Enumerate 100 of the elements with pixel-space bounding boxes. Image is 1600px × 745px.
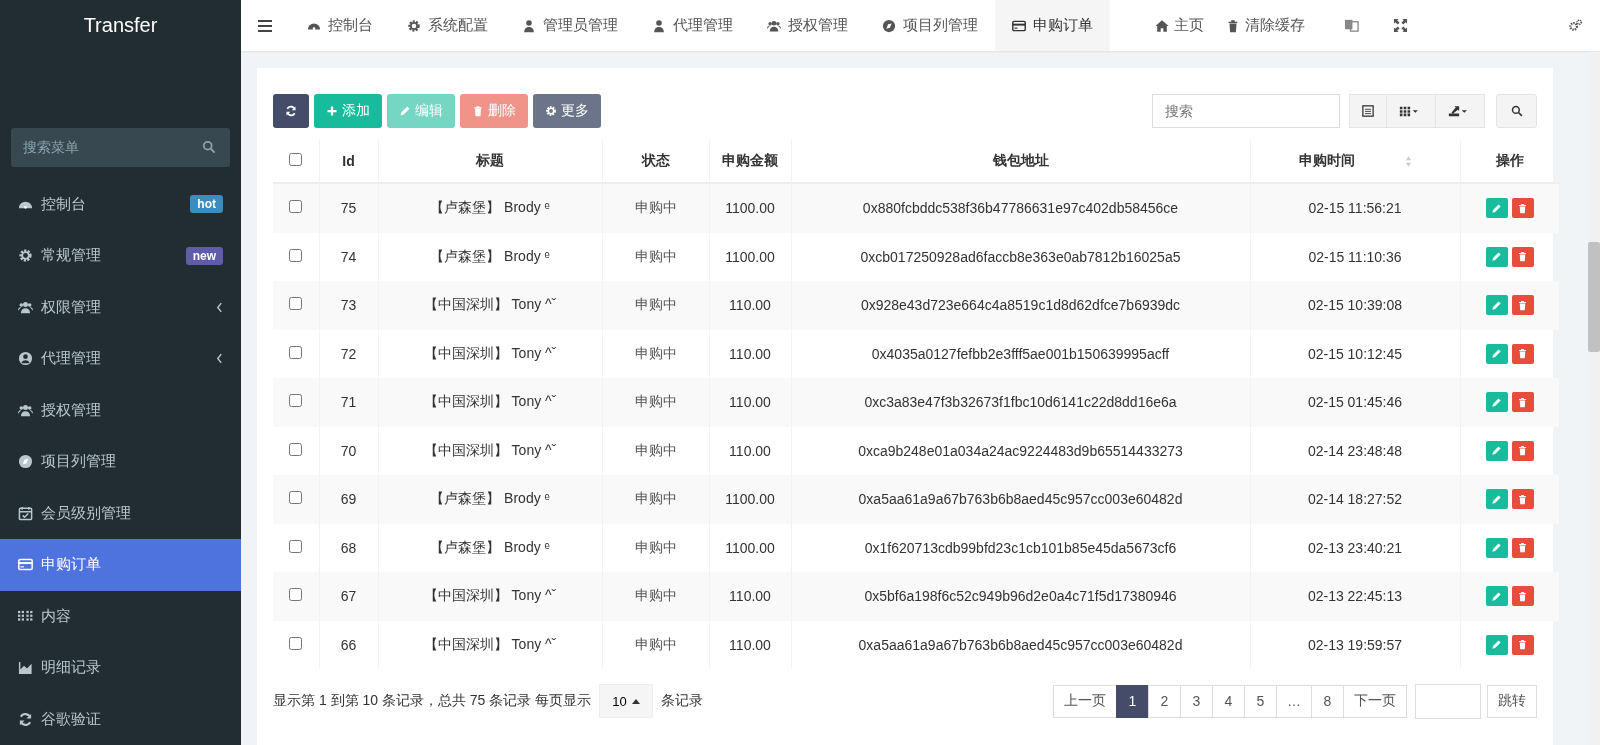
delete-button[interactable] [1511,198,1534,219]
edit-button[interactable] [1485,392,1508,413]
sidebar-menu-item[interactable]: 项目列管理 [0,436,241,488]
delete-button[interactable] [1511,489,1534,510]
edit-button[interactable] [1485,634,1508,655]
search-button[interactable] [1496,94,1537,128]
jump-button[interactable]: 跳转 [1487,684,1537,718]
page-button[interactable]: 1 [1116,684,1149,718]
table-cell: 0xcb017250928ad6faccb8e363e0ab7812b16025a5 [860,248,1181,265]
fullscreen-icon[interactable] [1393,18,1408,33]
delete-button[interactable] [1511,343,1534,364]
table-cell: 申购中 [634,441,677,458]
table-cell: 02-13 23:40:21 [1307,539,1403,556]
delete-button[interactable] [1511,246,1534,267]
edit-button[interactable] [1485,295,1508,316]
row-checkbox[interactable] [289,297,303,311]
sidebar-menu-item[interactable]: 内容 [0,590,241,642]
row-checkbox[interactable] [289,394,303,408]
table-cell: 【中国深圳】 Tony ^ˇ [423,635,557,652]
sidebar-menu-item[interactable]: 常规管理 new [0,230,241,282]
sidebar-menu-item[interactable]: 申购订单 [0,539,241,591]
gears-icon[interactable] [1568,18,1583,33]
sidebar-menu-item[interactable]: 代理管理 [0,333,241,385]
table-cell: 02-15 11:10:36 [1308,248,1402,265]
page-button[interactable]: 下一页 [1343,684,1407,718]
table-cell: 0x928e43d723e664c4a8519c1d8d62dfce7b6939dc [860,297,1181,314]
export-button[interactable] [1435,94,1485,128]
page-button[interactable]: 3 [1180,684,1213,718]
trash-icon [1517,348,1528,360]
table-cell: 1100.00 [725,491,775,508]
delete-button[interactable] [1511,537,1534,558]
delete-button[interactable] [1511,295,1534,316]
page-button[interactable]: 8 [1311,684,1344,718]
page-button[interactable]: 2 [1148,684,1181,718]
edit-button[interactable] [1485,537,1508,558]
sidebar-menu-item[interactable]: 明细记录 [0,642,241,694]
edit-button[interactable] [1485,489,1508,510]
sidebar-menu-item[interactable]: 控制台 hot [0,178,241,230]
nav-tab[interactable]: 管理员管理 [505,0,635,51]
nav-tab[interactable]: 代理管理 [635,0,750,51]
scrollbar-thumb[interactable] [1588,242,1600,352]
edit-button[interactable] [1485,586,1508,607]
page-button[interactable]: 4 [1212,684,1245,718]
pencil-icon [1491,445,1502,457]
row-checkbox[interactable] [289,491,303,505]
sidebar-menu-item[interactable]: 谷歌验证 [0,693,241,745]
more-button[interactable]: 更多 [533,94,601,128]
delete-button[interactable] [1511,440,1534,461]
row-checkbox[interactable] [289,588,303,602]
search-icon [1510,105,1523,117]
row-checkbox[interactable] [289,345,303,359]
toggle-view-button[interactable] [1349,94,1387,128]
table-cell: 申购中 [634,247,677,264]
sidebar-menu-item[interactable]: 会员级别管理 [0,487,241,539]
sidebar-menu-item[interactable]: 权限管理 [0,281,241,333]
row-checkbox[interactable] [289,539,303,553]
caret-up-icon [631,698,640,704]
nav-tab[interactable]: 系统配置 [390,0,505,51]
header-link[interactable]: 主页 [1155,16,1204,35]
grid-icon [1399,105,1418,117]
nav-tab[interactable]: 申购订单 [995,0,1110,51]
table-cell: 73 [340,297,357,314]
translate-icon[interactable] [1344,18,1359,33]
page-button[interactable]: 5 [1244,684,1277,718]
table-cell: 0xc3a83e47f3b32673f1fbc10d6141c22d8dd16e6a [864,394,1177,411]
menu-icon[interactable] [258,19,272,32]
edit-button[interactable] [1485,246,1508,267]
delete-button[interactable] [1511,634,1534,655]
nav-tab[interactable]: 控制台 [290,0,390,51]
trash-icon [1517,396,1528,408]
app-logo: Transfer [82,13,159,38]
table-cell: 72 [340,345,357,362]
select-all-checkbox[interactable] [289,153,303,166]
row-checkbox[interactable] [289,442,303,456]
table-cell: 0x880fcbddc538f36b47786631e97c402db58456ce [862,200,1179,217]
edit-button[interactable] [1485,198,1508,219]
row-checkbox[interactable] [289,248,303,262]
refresh-button[interactable] [273,94,309,128]
table-cell: 【中国深圳】 Tony ^ˇ [423,393,557,410]
row-checkbox[interactable] [289,200,303,214]
nav-tab[interactable]: 项目列管理 [865,0,995,51]
trash-icon [1517,639,1528,651]
page-size-dropdown[interactable]: 10 [599,684,653,718]
header-link[interactable]: 清除缓存 [1226,16,1305,35]
page-input[interactable] [1415,683,1481,719]
delete-button[interactable] [1511,392,1534,413]
page-button[interactable]: … [1276,684,1312,718]
nav-tab[interactable]: 授权管理 [750,0,865,51]
edit-button[interactable] [1485,343,1508,364]
row-checkbox[interactable] [289,636,303,650]
scrollbar[interactable] [1588,52,1600,745]
delete-button[interactable] [1511,586,1534,607]
trash-icon [1517,542,1528,554]
columns-button[interactable] [1386,94,1436,128]
sidebar-menu-item[interactable]: 授权管理 [0,384,241,436]
compass-icon [882,18,896,33]
search-field[interactable]: 搜索 [1152,94,1340,128]
page-button[interactable]: 上一页 [1053,684,1117,718]
edit-button[interactable] [1485,440,1508,461]
menu-search-field[interactable]: 搜索菜单 [11,127,230,167]
